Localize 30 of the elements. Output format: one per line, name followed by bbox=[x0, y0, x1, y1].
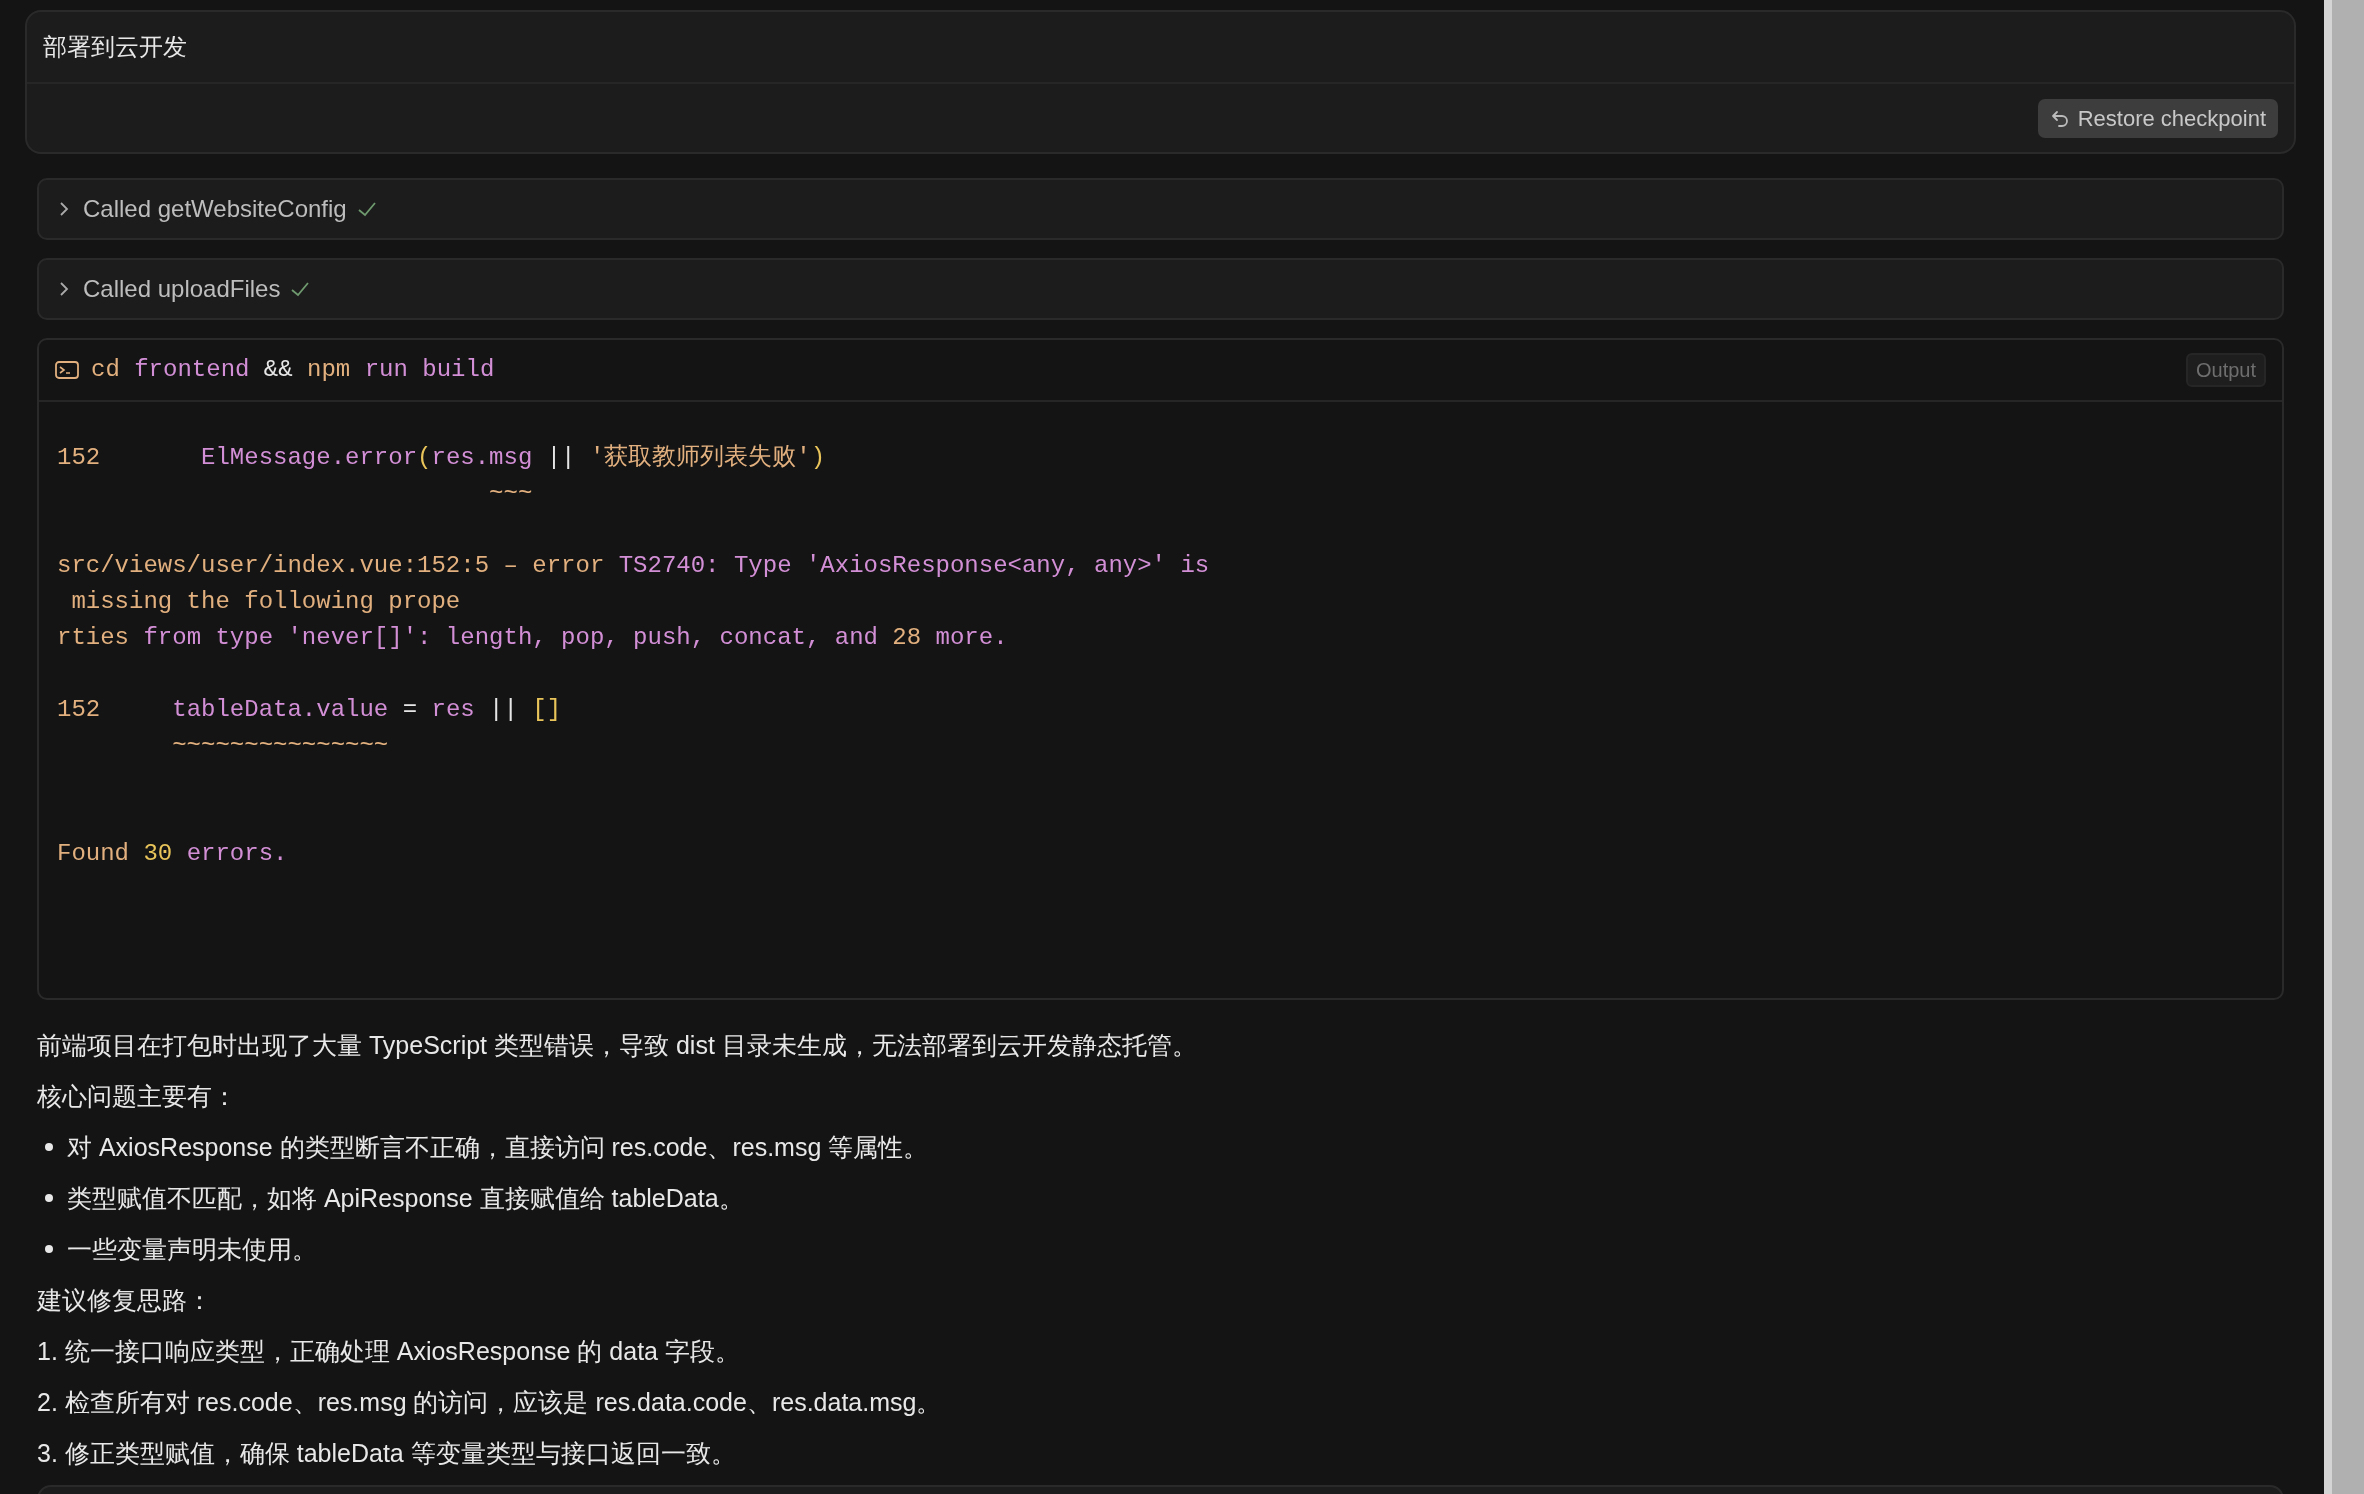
terminal-icon bbox=[55, 360, 79, 380]
code-line: src/views/user/index.vue:152:5 – error TS2740: Type 'AxiosResponse<any, any>' is bbox=[57, 551, 1210, 581]
code-line: Found 30 errors. bbox=[57, 839, 288, 869]
list-item-text: 一些变量声明未使用。 bbox=[67, 1234, 317, 1265]
scrollbar[interactable] bbox=[2324, 0, 2364, 1494]
tool-call-label: Called getWebsiteConfig bbox=[83, 194, 347, 224]
bullet-icon bbox=[45, 1194, 53, 1202]
message-text: 核心问题主要有： bbox=[37, 1081, 237, 1112]
tool-call-row[interactable]: Called uploadFiles bbox=[37, 258, 2284, 320]
bullet-icon bbox=[45, 1245, 53, 1253]
prompt-title: 部署到云开发 bbox=[27, 12, 2294, 84]
restore-checkpoint-button[interactable]: Restore checkpoint bbox=[2037, 98, 2278, 138]
code-line: ~~~ bbox=[488, 479, 533, 509]
code-line: 152 ElMessage.error(res.msg || '获取教师列表失败') bbox=[57, 443, 826, 473]
message-text: 3. 修正类型赋值，确保 tableData 等变量类型与接口返回一致。 bbox=[37, 1438, 736, 1469]
code-line: rties from type 'never[]': length, pop, push, concat, and 28 more. bbox=[57, 623, 1008, 653]
list-item-text: 类型赋值不匹配，如将 ApiResponse 直接赋值给 tableData。 bbox=[67, 1183, 744, 1214]
code-line: missing the following prope bbox=[70, 587, 461, 617]
tool-call-row[interactable]: Called getWebsiteConfig bbox=[37, 178, 2284, 240]
message-text: 2. 检查所有对 res.code、res.msg 的访问，应该是 res.data.code、res.data.msg。 bbox=[37, 1387, 942, 1418]
bullet-icon bbox=[45, 1143, 53, 1151]
code-line: 152 tableData.value = res || [] bbox=[57, 695, 562, 725]
list-item-text: 对 AxiosResponse 的类型断言不正确，直接访问 res.code、res.msg 等属性。 bbox=[67, 1132, 929, 1163]
message-text: 1. 统一接口响应类型，正确处理 AxiosResponse 的 data 字段。 bbox=[37, 1336, 740, 1367]
message-text: 建议修复思路： bbox=[37, 1285, 212, 1316]
message-text: 前端项目在打包时出现了大量 TypeScript 类型错误，导致 dist 目录未生成，无法部署到云开发静态托管。 bbox=[37, 1030, 1197, 1061]
code-line: ~~~~~~~~~~~~~~~ bbox=[171, 731, 389, 761]
terminal-command: cd frontend && npm run build bbox=[91, 355, 495, 385]
tool-call-label: Called uploadFiles bbox=[83, 274, 281, 304]
undo-icon bbox=[2049, 108, 2070, 128]
